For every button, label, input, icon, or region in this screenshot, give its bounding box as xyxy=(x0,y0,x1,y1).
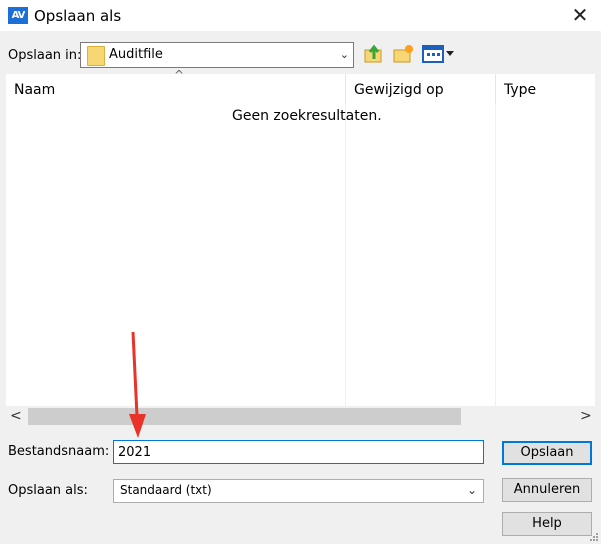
scroll-right-icon[interactable]: > xyxy=(580,408,592,424)
window-title: Opslaan als xyxy=(34,7,122,25)
filetype-select[interactable]: Standaard (txt) ⌄ xyxy=(113,479,484,503)
resize-grip-icon[interactable] xyxy=(588,531,600,543)
column-divider-line xyxy=(495,104,496,406)
column-header-type[interactable]: Type xyxy=(504,82,536,98)
lookin-combobox[interactable]: Auditfile ⌄ xyxy=(80,42,354,68)
lookin-value: Auditfile xyxy=(109,47,163,62)
scrollbar-thumb[interactable] xyxy=(28,408,461,425)
sort-indicator-icon: ^ xyxy=(174,68,185,82)
filetype-label: Opslaan als: xyxy=(8,483,88,498)
chevron-down-icon: ⌄ xyxy=(466,483,477,497)
horizontal-scrollbar[interactable]: < > xyxy=(6,406,595,428)
save-button[interactable]: Opslaan xyxy=(502,441,592,465)
filename-input[interactable] xyxy=(113,440,484,464)
title-bar: AV Opslaan als ✕ xyxy=(0,0,601,31)
help-button[interactable]: Help xyxy=(502,512,592,536)
lookin-label: Opslaan in: xyxy=(8,48,82,63)
column-divider-line xyxy=(345,104,346,406)
chevron-down-icon: ⌄ xyxy=(339,48,349,61)
empty-message: Geen zoekresultaten. xyxy=(232,108,382,124)
column-header-name[interactable]: Naam xyxy=(14,82,55,98)
column-divider[interactable] xyxy=(345,74,346,104)
folder-icon xyxy=(87,46,105,66)
app-logo-icon: AV xyxy=(8,7,28,24)
annotation-arrow-icon xyxy=(129,331,146,438)
folder-up-icon[interactable] xyxy=(363,43,385,65)
new-folder-icon[interactable] xyxy=(392,43,414,65)
close-button[interactable]: ✕ xyxy=(566,2,594,28)
filename-label: Bestandsnaam: xyxy=(8,444,110,459)
scroll-left-icon[interactable]: < xyxy=(10,408,22,424)
file-list[interactable]: ^ Naam Gewijzigd op Type Geen zoekresult… xyxy=(6,68,595,406)
column-header-modified[interactable]: Gewijzigd op xyxy=(354,82,444,98)
cancel-button[interactable]: Annuleren xyxy=(502,478,592,502)
filetype-value: Standaard (txt) xyxy=(120,483,212,497)
column-divider[interactable] xyxy=(495,74,496,104)
view-menu-icon[interactable] xyxy=(421,43,455,65)
